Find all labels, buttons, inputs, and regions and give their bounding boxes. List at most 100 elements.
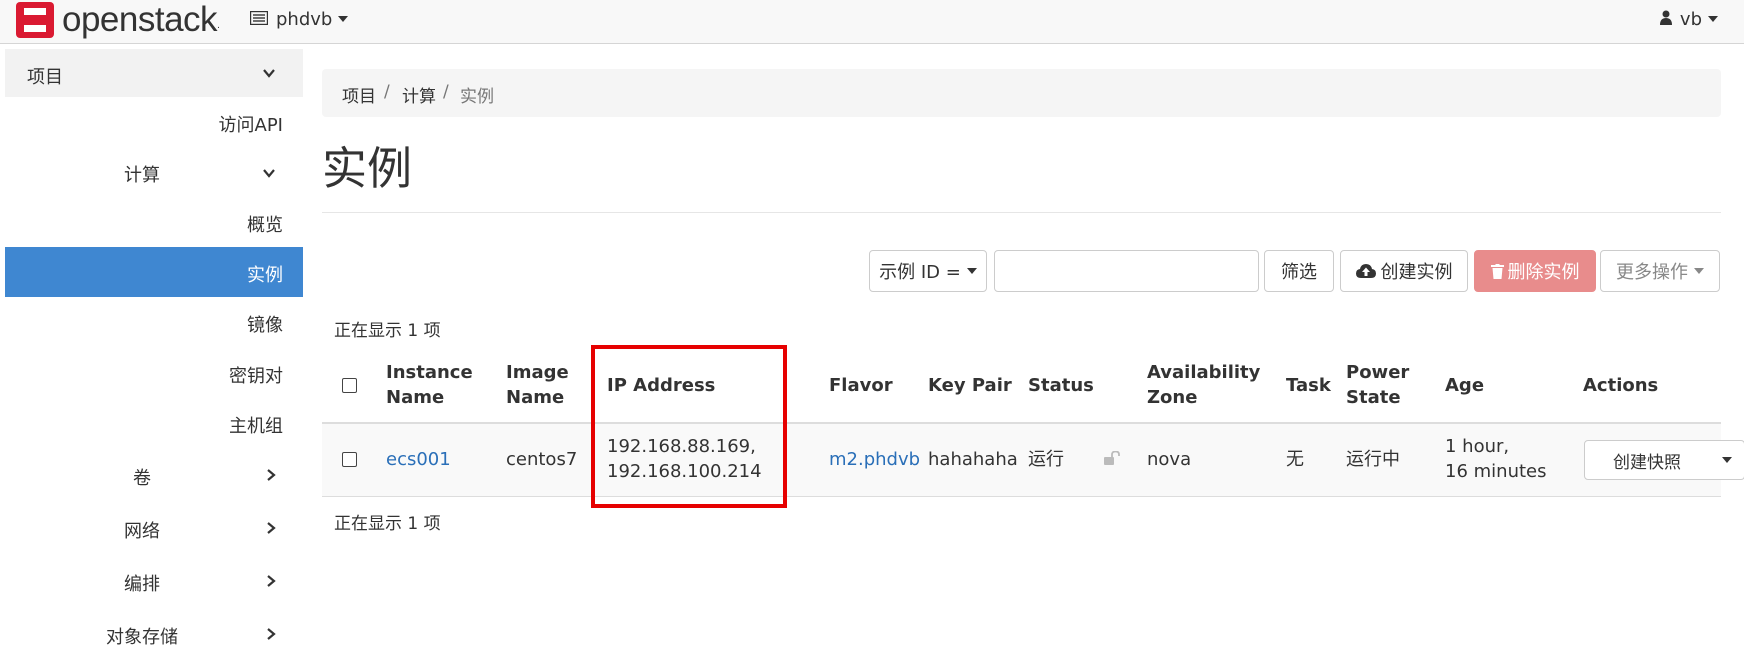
chevron-down-icon [263, 69, 275, 78]
age-cell: 1 hour, 16 minutes [1445, 434, 1547, 484]
sidebar-item-images[interactable]: 镜像 [5, 297, 303, 347]
row-checkbox[interactable] [342, 452, 357, 467]
title-divider [322, 212, 1721, 213]
image-name-cell: centos7 [506, 449, 578, 470]
sidebar-header-label: 项目 [27, 67, 63, 88]
filter-field-label: 示例 ID = [879, 262, 961, 283]
ip-address-highlight-box [591, 345, 787, 508]
sidebar-item-label: 网络 [124, 521, 160, 542]
age-line: 16 minutes [1445, 461, 1547, 482]
status-cell: 运行 [1028, 449, 1064, 470]
chevron-right-icon [267, 575, 276, 587]
instance-name-link[interactable]: ecs001 [386, 447, 451, 472]
openstack-logo[interactable]: openstack. [16, 0, 220, 40]
header-line: Instance [386, 362, 473, 383]
column-header-power-state[interactable]: Power State [1346, 360, 1409, 410]
create-snapshot-button[interactable]: 创建快照 [1584, 440, 1710, 480]
sidebar-item-label: 卷 [133, 468, 151, 489]
project-name: phdvb [276, 8, 333, 30]
sidebar-item-label: 镜像 [247, 315, 283, 336]
column-header-flavor[interactable]: Flavor [829, 373, 893, 398]
caret-down-icon [1721, 457, 1732, 463]
delete-instances-label: 删除实例 [1507, 262, 1580, 283]
user-menu[interactable]: vb [1659, 4, 1718, 34]
chevron-right-icon [267, 628, 276, 640]
breadcrumb-separator: / [384, 82, 390, 102]
project-list-icon [249, 9, 269, 30]
sidebar-header-project[interactable]: 项目 [5, 49, 303, 97]
column-header-instance-name[interactable]: Instance Name [386, 360, 473, 410]
sidebar-item-label: 主机组 [229, 416, 283, 437]
sidebar-item-key-pairs[interactable]: 密钥对 [5, 348, 303, 398]
filter-input[interactable] [994, 250, 1259, 292]
unlock-icon [1104, 451, 1120, 465]
table-bottom-divider [322, 496, 1721, 497]
age-line: 1 hour, [1445, 436, 1510, 457]
sidebar-item-label: 实例 [247, 265, 283, 286]
flavor-link[interactable]: m2.phdvb [829, 447, 920, 472]
sidebar-item-overview[interactable]: 概览 [5, 197, 303, 247]
header-line: Name [386, 387, 445, 408]
create-snapshot-label: 创建快照 [1613, 452, 1681, 473]
column-header-availability-zone[interactable]: Availability Zone [1147, 360, 1260, 410]
caret-down-icon [338, 16, 349, 22]
more-actions-label: 更多操作 [1616, 262, 1688, 283]
cloud-upload-icon [1355, 263, 1376, 278]
breadcrumb-item-compute[interactable]: 计算 [402, 82, 436, 107]
caret-down-icon [1694, 268, 1704, 274]
top-navbar: openstack. phdvb vb [0, 0, 1744, 44]
page-title: 实例 [322, 142, 413, 195]
column-header-task[interactable]: Task [1286, 373, 1331, 398]
caret-down-icon [966, 268, 977, 274]
select-all-checkbox[interactable] [342, 378, 357, 393]
trash-icon [1490, 263, 1504, 279]
breadcrumb-separator: / [443, 82, 449, 102]
header-line: Image [506, 362, 569, 383]
sidebar-item-label: 编排 [124, 574, 160, 595]
chevron-right-icon [267, 469, 276, 481]
logo-wordmark: openstack. [62, 0, 220, 39]
chevron-down-icon [263, 169, 275, 178]
filter-button-label: 筛选 [1281, 262, 1317, 283]
breadcrumb-item-project[interactable]: 项目 [342, 82, 376, 107]
header-line: Zone [1147, 387, 1198, 408]
sidebar-item-label: 计算 [124, 165, 160, 186]
column-header-status[interactable]: Status [1028, 373, 1094, 398]
sidebar-item-api-access[interactable]: 访问API [5, 97, 303, 147]
key-pair-cell: hahahaha [928, 449, 1018, 470]
header-line: Power [1346, 362, 1410, 383]
header-line: State [1346, 387, 1401, 408]
breadcrumb: 项目 / 计算 / 实例 [322, 69, 1721, 117]
filter-button[interactable]: 筛选 [1264, 250, 1334, 292]
item-count-bottom: 正在显示 1 项 [334, 514, 441, 534]
column-header-age[interactable]: Age [1445, 373, 1484, 398]
sidebar-item-orchestration[interactable]: 编排 [5, 556, 303, 606]
item-count-top: 正在显示 1 项 [334, 321, 441, 341]
sidebar-item-label: 概览 [247, 215, 283, 236]
breadcrumb-item-instances: 实例 [460, 87, 494, 107]
chevron-right-icon [267, 522, 276, 534]
row-actions-dropdown-toggle[interactable] [1709, 440, 1744, 480]
filter-field-select[interactable]: 示例 ID = [869, 250, 987, 292]
column-header-image-name[interactable]: Image Name [506, 360, 569, 410]
sidebar-item-label: 密钥对 [229, 366, 283, 387]
column-header-key-pair[interactable]: Key Pair [928, 373, 1012, 398]
more-actions-button[interactable]: 更多操作 [1600, 250, 1720, 292]
sidebar-item-compute[interactable]: 计算 [5, 147, 303, 197]
project-switcher[interactable]: phdvb [249, 4, 349, 34]
create-instance-label: 创建实例 [1380, 262, 1453, 283]
task-cell: 无 [1286, 449, 1304, 470]
sidebar-item-label: 访问API [218, 115, 283, 136]
sidebar-item-volumes[interactable]: 卷 [5, 450, 303, 500]
sidebar-item-network[interactable]: 网络 [5, 503, 303, 553]
sidebar-item-server-groups[interactable]: 主机组 [5, 398, 303, 448]
power-state-cell: 运行中 [1346, 449, 1400, 470]
sidebar-item-object-store[interactable]: 对象存储 [5, 609, 303, 659]
delete-instances-button[interactable]: 删除实例 [1474, 250, 1596, 292]
sidebar: 项目 访问API 计算 概览 实例 镜像 密钥对 主机组 卷 网络 编排 对象存… [5, 44, 303, 672]
create-instance-button[interactable]: 创建实例 [1340, 250, 1468, 292]
column-header-actions: Actions [1583, 375, 1659, 396]
user-name: vb [1679, 8, 1702, 30]
sidebar-item-label: 对象存储 [106, 627, 178, 648]
sidebar-item-instances[interactable]: 实例 [5, 247, 303, 297]
